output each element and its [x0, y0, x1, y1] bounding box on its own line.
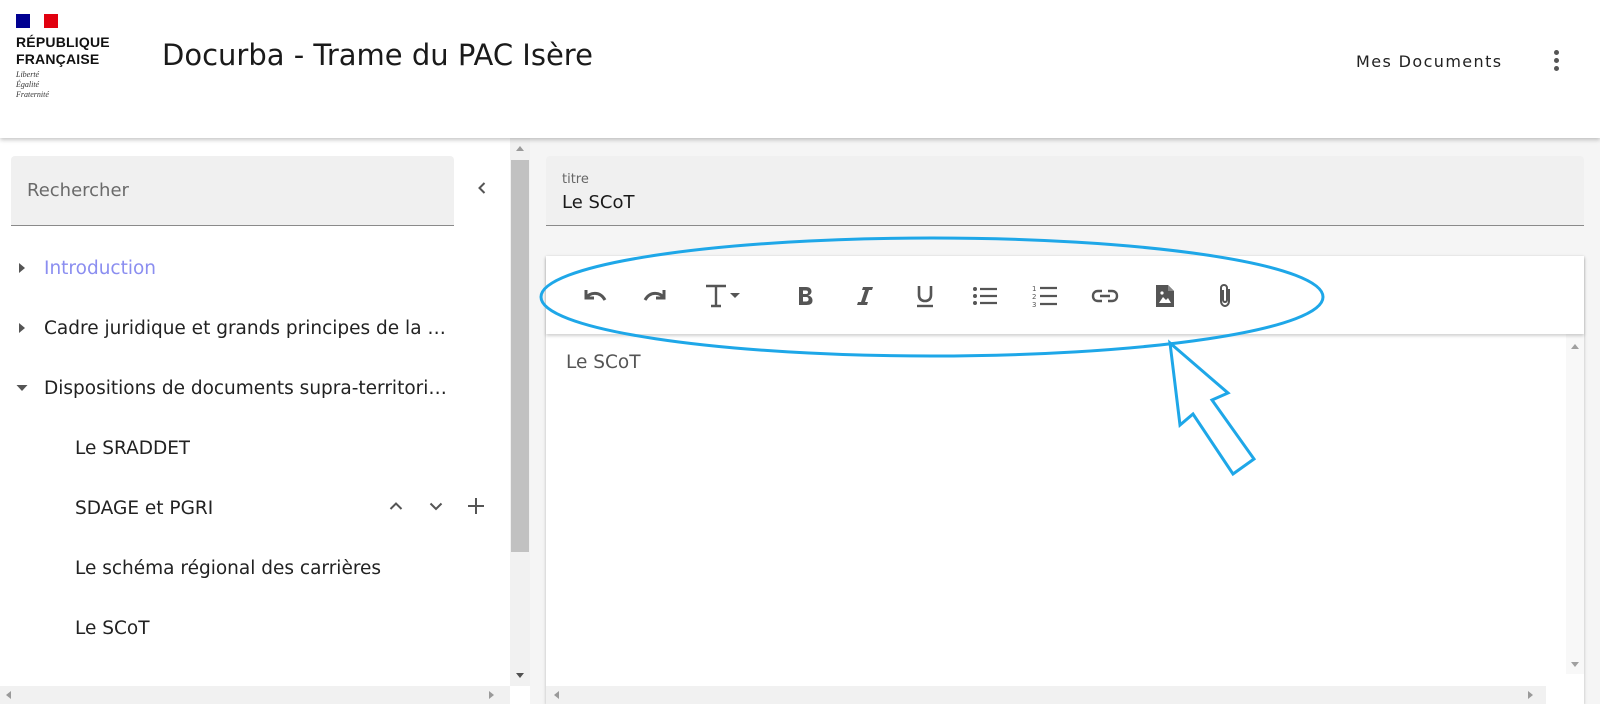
tree-item-label: SDAGE et PGRI [75, 497, 214, 519]
undo-icon[interactable] [580, 281, 610, 311]
image-icon[interactable] [1150, 281, 1180, 311]
tree-item-label: Cadre juridique et grands principes de l… [44, 317, 456, 339]
tree-item-label: Le schéma régional des carrières [75, 557, 382, 579]
scroll-up-arrow-icon[interactable] [1571, 344, 1579, 349]
more-vert-icon[interactable] [1552, 50, 1560, 74]
scroll-right-arrow-icon[interactable] [1528, 691, 1533, 699]
tree-item-cadre-juridique[interactable]: Cadre juridique et grands principes de l… [0, 298, 495, 358]
numbered-list-icon[interactable]: 123 [1030, 281, 1060, 311]
italic-icon[interactable] [850, 281, 880, 311]
tree-item-introduction[interactable]: Introduction [0, 238, 495, 298]
titre-field[interactable]: titre Le SCoT [546, 156, 1584, 226]
titre-input[interactable]: Le SCoT [562, 192, 635, 213]
tree-item-schema-carrieres[interactable]: Le schéma régional des carrières [0, 538, 495, 598]
rich-text-editor: 123 Le SCoT [546, 256, 1584, 704]
tree-item-scot[interactable]: Le SCoT [0, 598, 495, 658]
search-input[interactable] [11, 156, 454, 225]
tree-item-sdage-pgri[interactable]: SDAGE et PGRI [0, 478, 495, 538]
svg-text:2: 2 [1032, 293, 1036, 301]
tree-item-label: Le SRADDET [75, 437, 191, 459]
text-format-icon[interactable] [700, 281, 756, 311]
row-actions [386, 496, 486, 516]
tree-item-sraddet[interactable]: Le SRADDET [0, 418, 495, 478]
chevron-down-icon[interactable] [426, 496, 446, 516]
redo-icon[interactable] [640, 281, 670, 311]
caret-down-icon[interactable] [0, 383, 44, 393]
add-icon[interactable] [466, 496, 486, 516]
editor-toolbar: 123 [546, 256, 1584, 334]
underline-icon[interactable] [910, 281, 940, 311]
scrollbar-thumb[interactable] [511, 160, 529, 552]
caret-right-icon[interactable] [0, 262, 44, 274]
scroll-left-arrow-icon[interactable] [6, 691, 11, 699]
svg-text:3: 3 [1032, 301, 1036, 308]
sidebar: Introduction Cadre juridique et grands p… [0, 138, 510, 704]
scroll-up-arrow-icon[interactable] [516, 146, 524, 151]
app-header: RÉPUBLIQUE FRANÇAISE Liberté Égalité Fra… [0, 0, 1600, 138]
tree-item-dispositions[interactable]: Dispositions de documents supra-territor… [0, 358, 495, 418]
scroll-down-arrow-icon[interactable] [516, 673, 524, 678]
caret-right-icon[interactable] [0, 322, 44, 334]
tree-item-label: Dispositions de documents supra-territor… [44, 377, 456, 399]
mes-documents-link[interactable]: Mes Documents [1356, 52, 1503, 71]
titre-label: titre [562, 172, 589, 187]
attachment-icon[interactable] [1210, 281, 1240, 311]
chevron-up-icon[interactable] [386, 496, 406, 516]
svg-text:1: 1 [1032, 285, 1036, 293]
sidebar-vertical-scrollbar[interactable] [510, 138, 530, 686]
chevron-left-icon[interactable] [472, 178, 492, 198]
bold-icon[interactable] [790, 281, 820, 311]
main-content: titre Le SCoT 1 2 3 Le SCoT [530, 138, 1600, 704]
flag-logo [16, 14, 58, 28]
editor-content[interactable]: Le SCoT [566, 352, 641, 373]
page-title: Docurba - Trame du PAC Isère [162, 38, 593, 72]
bullet-list-icon[interactable] [970, 281, 1000, 311]
search-field[interactable] [11, 156, 454, 226]
republique-francaise-logo: RÉPUBLIQUE FRANÇAISE [16, 34, 110, 67]
tree-item-label: Introduction [44, 257, 157, 279]
editor-horizontal-scrollbar[interactable] [546, 686, 1546, 704]
scroll-down-arrow-icon[interactable] [1571, 662, 1579, 667]
link-icon[interactable] [1090, 281, 1120, 311]
tree-item-label: Le SCoT [75, 617, 150, 639]
republique-motto: Liberté Égalité Fraternité [16, 70, 49, 99]
scroll-left-arrow-icon[interactable] [554, 691, 559, 699]
scroll-right-arrow-icon[interactable] [489, 691, 494, 699]
sidebar-horizontal-scrollbar[interactable] [0, 686, 510, 704]
editor-vertical-scrollbar[interactable] [1566, 334, 1584, 674]
